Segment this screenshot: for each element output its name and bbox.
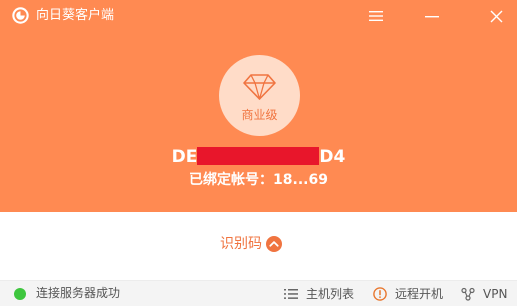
sunlogin-logo-icon [12,7,29,24]
vpn-icon [461,287,475,301]
menu-button[interactable] [364,4,388,28]
connection-status-text: 连接服务器成功 [36,286,121,300]
app-title: 向日葵客户端 [36,8,115,23]
remote-boot-button[interactable]: 远程开机 [373,285,443,303]
diamond-icon [243,74,276,100]
hamburger-icon [369,11,383,21]
identification-code-label: 识别码 [220,236,262,252]
status-bar: 连接服务器成功 主机列表 远程开机 VPN [0,280,517,306]
bound-account-text: 已绑定帐号：18...69 [189,172,328,188]
vpn-label: VPN [483,286,508,301]
chevron-up-icon [266,236,282,252]
vpn-button[interactable]: VPN [461,285,507,303]
host-list-label: 主机列表 [306,286,355,301]
license-badge[interactable]: 商业级 [219,55,300,136]
title-bar[interactable]: 向日葵客户端 [0,0,517,32]
identification-code-toggle[interactable]: 识别码 [220,234,282,254]
header-panel: 向日葵客户端 商业级 DE D4 已绑定帐号：18...69 [0,0,517,212]
host-list-button[interactable]: 主机列表 [284,285,354,303]
device-id-suffix: D4 [319,147,346,167]
alert-icon [373,287,387,301]
sunlogin-client-window: 向日葵客户端 商业级 DE D4 已绑定帐号：18...69 识别码 连接服务器… [0,0,517,306]
close-button[interactable] [484,4,508,28]
close-icon [490,10,502,22]
list-icon [284,289,298,299]
minimize-button[interactable] [420,4,444,28]
remote-boot-label: 远程开机 [395,286,444,301]
redaction-bar [197,147,320,165]
license-label: 商业级 [241,108,278,122]
minimize-icon [425,16,439,18]
device-id-prefix: DE [171,147,198,167]
device-id: DE D4 [0,147,517,167]
connection-status-indicator [14,288,26,300]
